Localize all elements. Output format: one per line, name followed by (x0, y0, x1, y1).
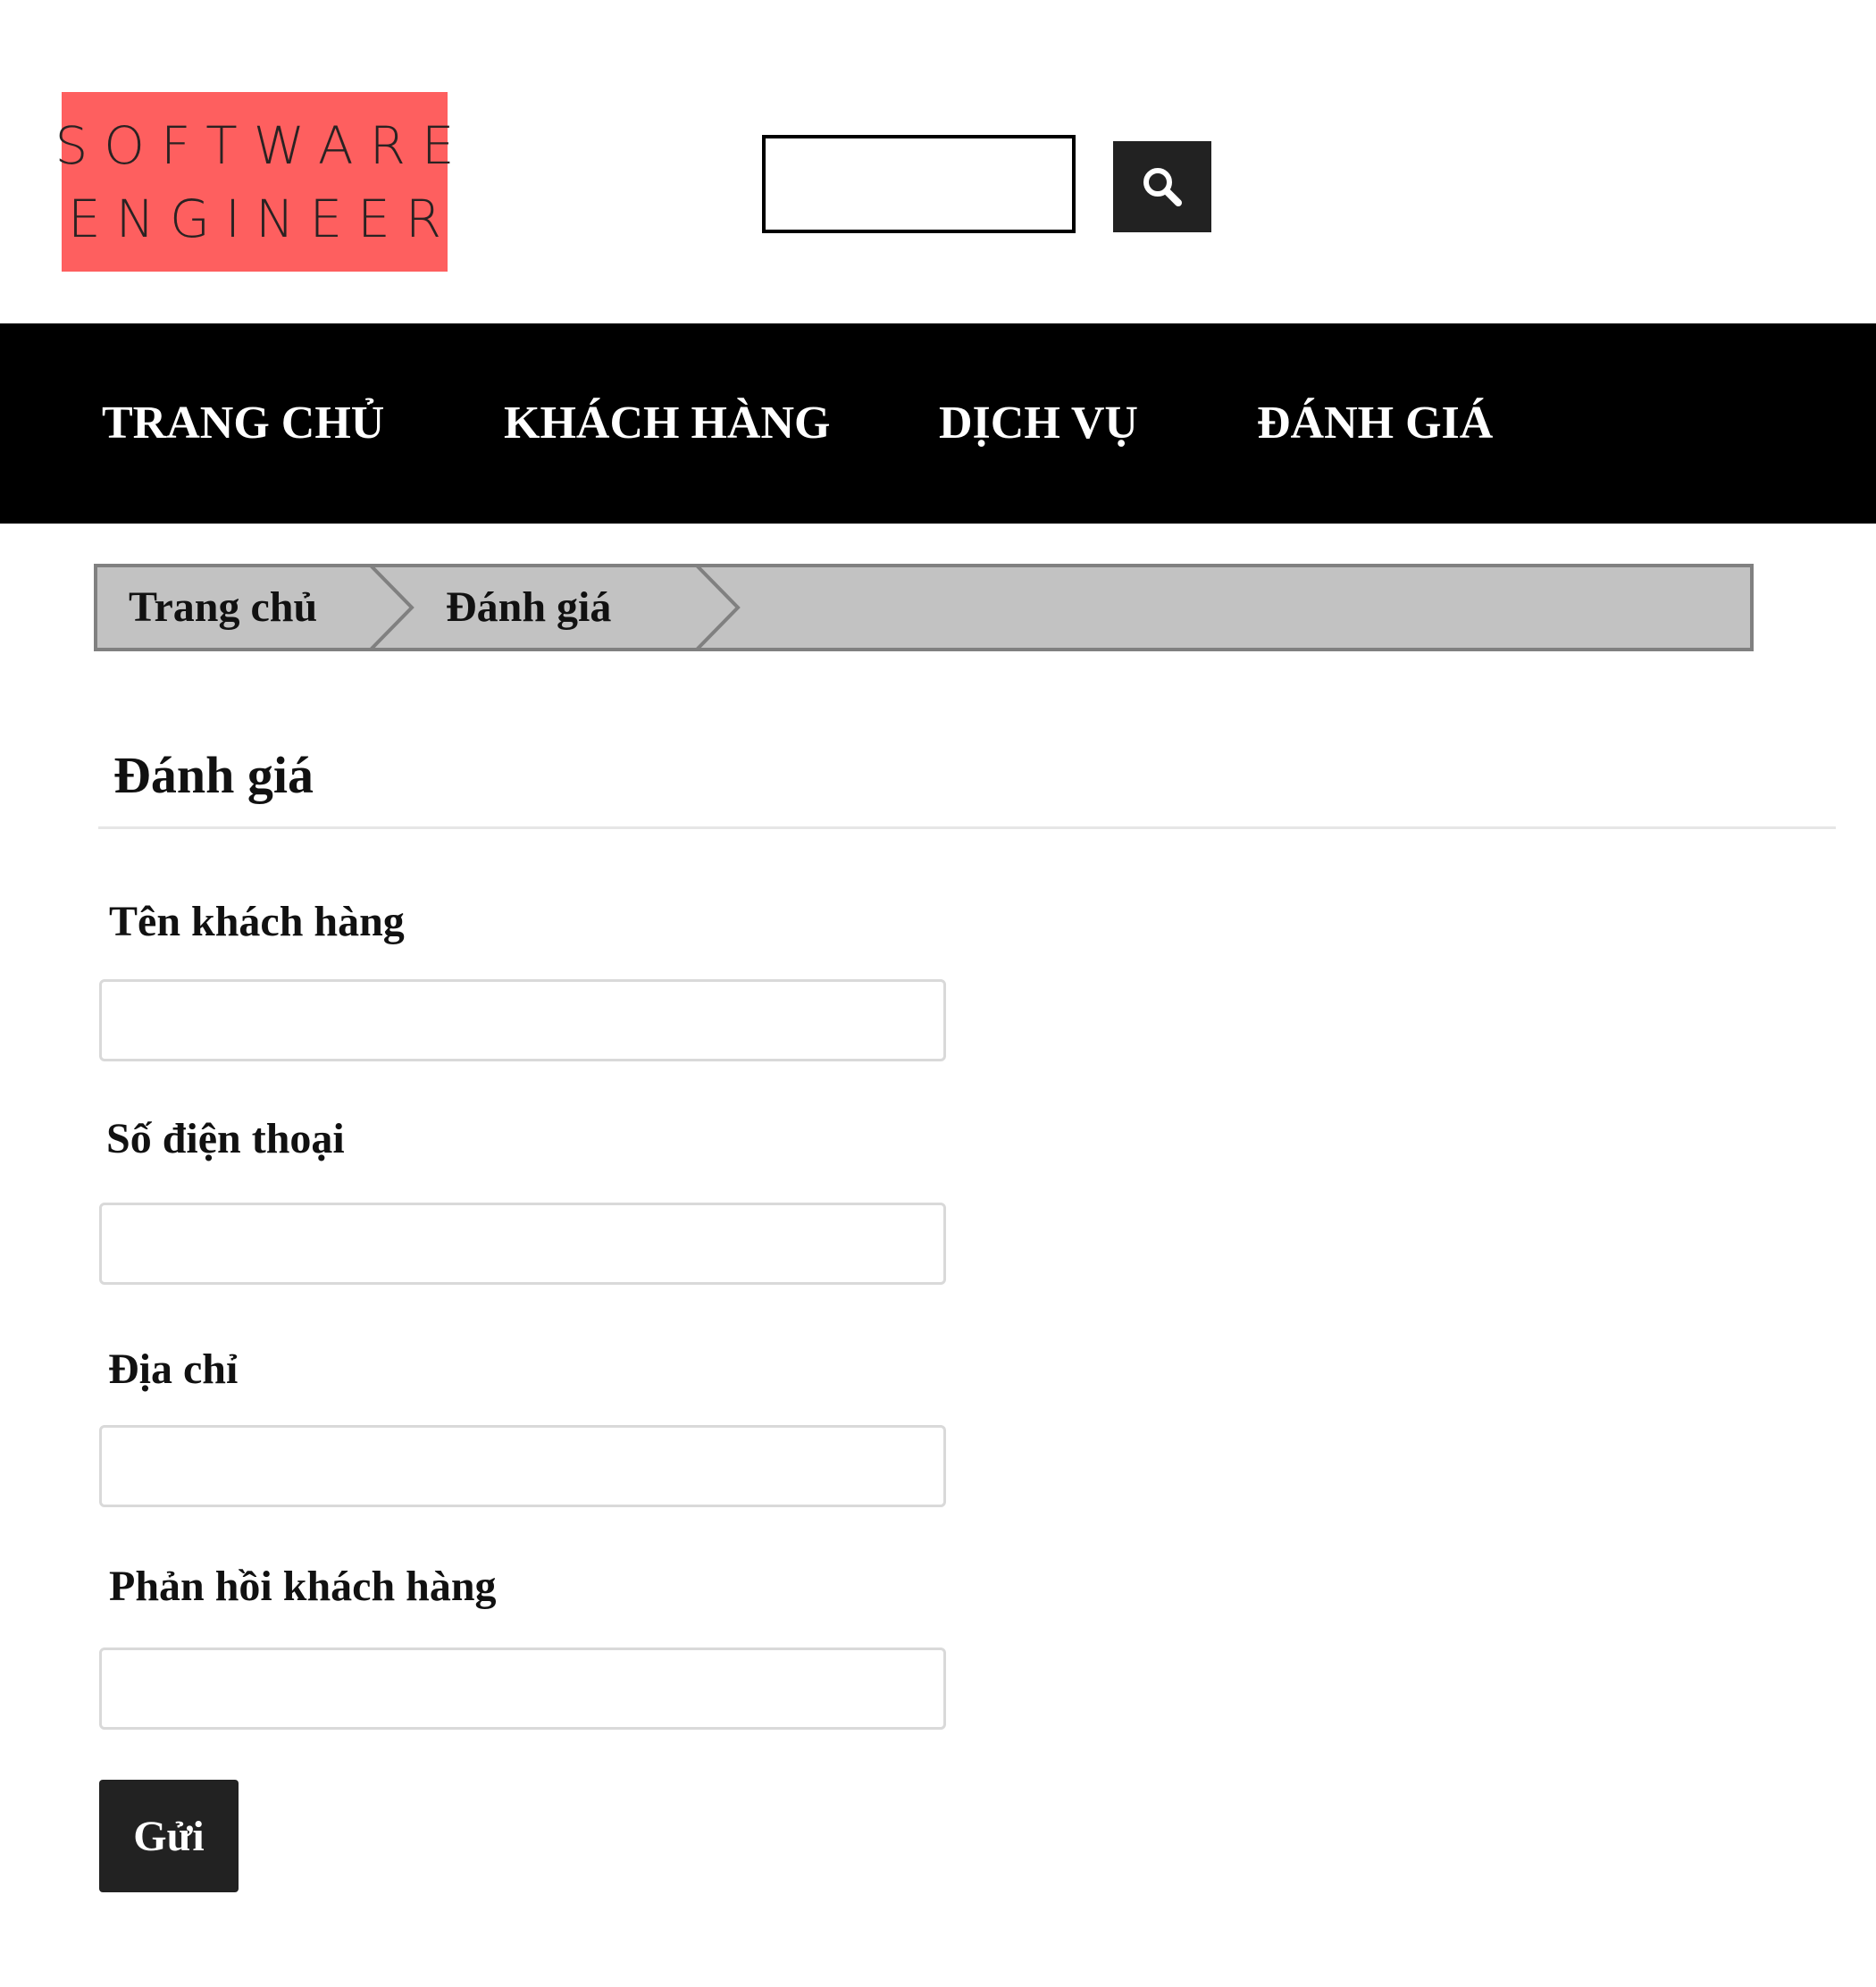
nav-item-dich-vu[interactable]: DỊCH VỤ (939, 323, 1138, 524)
logo-line-engineer: ENGINEER (67, 188, 457, 249)
search-input[interactable] (762, 135, 1076, 233)
breadcrumb-chevron-icon (365, 562, 419, 656)
feedback-field[interactable] (99, 1647, 946, 1730)
breadcrumb-chevron-icon (691, 562, 745, 656)
page-title: Đánh giá (113, 746, 314, 804)
nav-item-khach-hang[interactable]: KHÁCH HÀNG (504, 323, 830, 524)
nav-item-trang-chu[interactable]: TRANG CHỦ (102, 323, 384, 524)
title-divider (98, 826, 1836, 829)
phone-field[interactable] (99, 1203, 946, 1285)
breadcrumb-item-trang-chu[interactable]: Trang chủ (129, 567, 317, 648)
feedback-label: Phản hồi khách hàng (109, 1563, 497, 1610)
customer-name-field[interactable] (99, 979, 946, 1061)
search-icon (1139, 163, 1185, 210)
address-field[interactable] (99, 1425, 946, 1507)
submit-button[interactable]: Gửi (99, 1780, 239, 1892)
site-logo[interactable]: SOFTWARE ENGINEER (54, 92, 455, 272)
search-button[interactable] (1113, 141, 1211, 232)
phone-label: Số điện thoại (106, 1115, 345, 1162)
address-label: Địa chỉ (108, 1346, 239, 1393)
breadcrumb-item-danh-gia[interactable]: Đánh giá (446, 567, 611, 648)
logo-line-software: SOFTWARE (54, 114, 471, 176)
main-nav: TRANG CHỦ KHÁCH HÀNG DỊCH VỤ ĐÁNH GIÁ (0, 323, 1876, 524)
breadcrumb: Trang chủ Đánh giá (94, 562, 1754, 653)
customer-name-label: Tên khách hàng (109, 898, 405, 945)
nav-item-danh-gia[interactable]: ĐÁNH GIÁ (1257, 323, 1493, 524)
